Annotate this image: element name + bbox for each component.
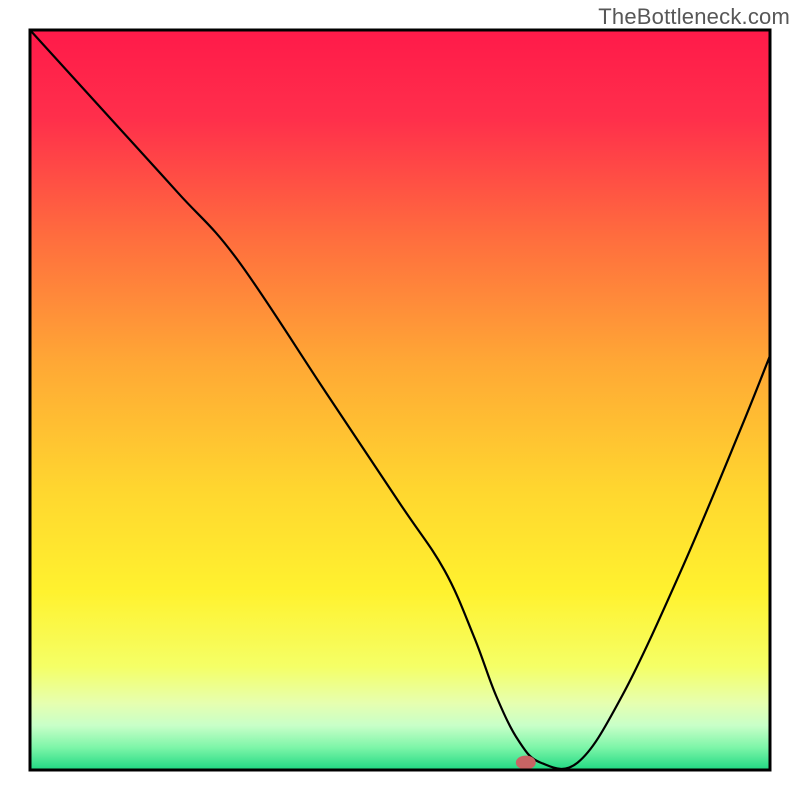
watermark-text: TheBottleneck.com xyxy=(598,4,790,30)
gradient-background xyxy=(30,30,770,770)
chart-container: TheBottleneck.com xyxy=(0,0,800,800)
bottleneck-chart xyxy=(0,0,800,800)
optimal-marker xyxy=(516,756,536,770)
